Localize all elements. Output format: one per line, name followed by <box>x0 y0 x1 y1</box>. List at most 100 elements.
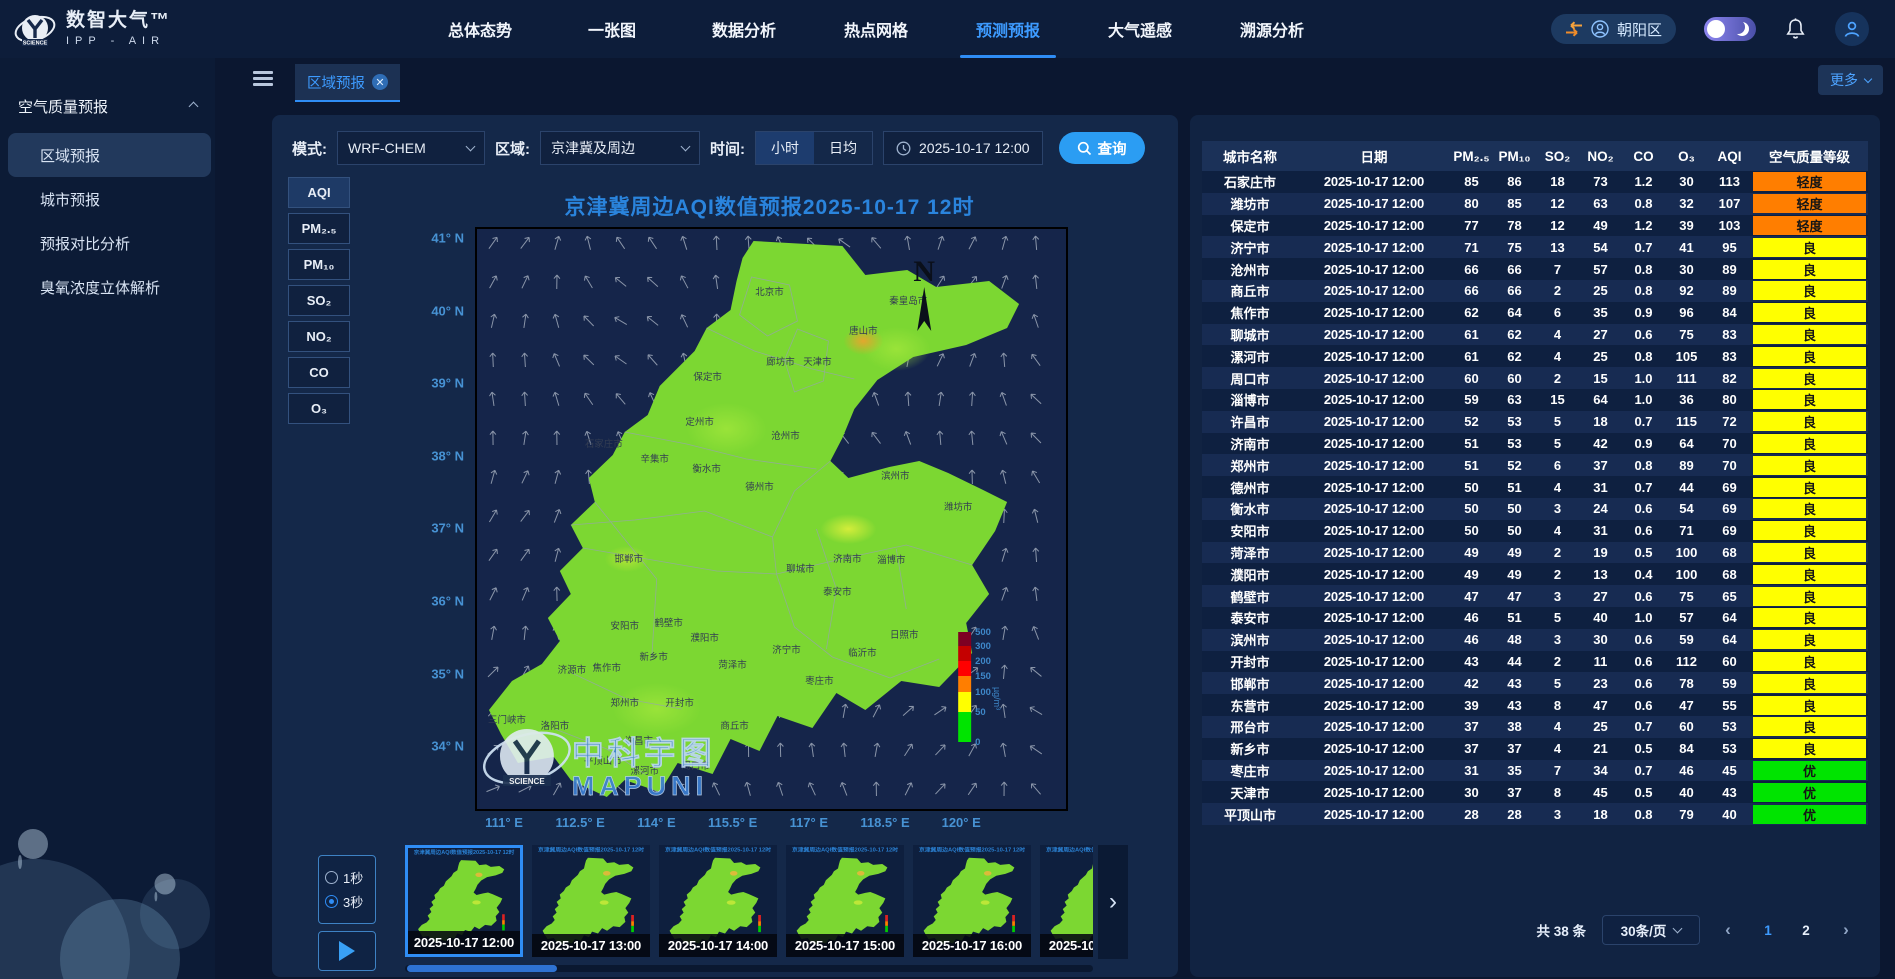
table-cell: 7 <box>1536 763 1579 778</box>
table-row[interactable]: 衡水市2025-10-17 12:0050503240.65469良 <box>1202 498 1868 520</box>
table-row[interactable]: 菏泽市2025-10-17 12:0049492190.510068良 <box>1202 542 1868 564</box>
grade-badge: 良 <box>1753 478 1866 497</box>
table-row[interactable]: 平顶山市2025-10-17 12:0028283180.87940优 <box>1202 803 1868 825</box>
table-cell: 51 <box>1493 610 1536 625</box>
table-row[interactable]: 聊城市2025-10-17 12:0061624270.67583良 <box>1202 324 1868 346</box>
pollutant-button-5[interactable]: CO <box>288 357 350 388</box>
speed-option-1[interactable]: 3秒 <box>325 892 369 911</box>
table-row[interactable]: 鹤壁市2025-10-17 12:0047473270.67565良 <box>1202 585 1868 607</box>
sidebar-item-1[interactable]: 城市预报 <box>0 177 215 221</box>
nav-item-3[interactable]: 热点网格 <box>810 0 942 58</box>
table-row[interactable]: 沧州市2025-10-17 12:0066667570.83089良 <box>1202 258 1868 280</box>
forecast-thumbnail-3[interactable]: 京津冀周边AQI数值预报2025-10-17 12时 2025-10-17 15… <box>786 845 904 957</box>
forecast-thumbnail-4[interactable]: 京津冀周边AQI数值预报2025-10-17 12时 2025-10-17 16… <box>913 845 1031 957</box>
table-row[interactable]: 郑州市2025-10-17 12:0051526370.88970良 <box>1202 454 1868 476</box>
filmstrip-next-button[interactable]: › <box>1098 845 1128 959</box>
nav-item-4[interactable]: 预测预报 <box>942 0 1074 58</box>
pollutant-button-6[interactable]: O₃ <box>288 393 350 424</box>
district-switch-badge[interactable]: 朝阳区 <box>1551 14 1676 44</box>
datetime-picker[interactable]: 2025-10-17 12:00 <box>883 131 1043 165</box>
table-cell: 49 <box>1493 567 1536 582</box>
forecast-thumbnail-5[interactable]: 京津冀周边AQI数值预报2025-10-17 12时 2025-10-17 17… <box>1040 845 1093 957</box>
table-cell: 107 <box>1708 196 1751 211</box>
page-size-select[interactable]: 30条/页 <box>1602 915 1700 945</box>
filmstrip-scrollbar[interactable] <box>405 965 1093 972</box>
prev-page-button[interactable]: ‹ <box>1716 920 1740 940</box>
table-row[interactable]: 新乡市2025-10-17 12:0037374210.58453良 <box>1202 738 1868 760</box>
next-page-button[interactable]: › <box>1834 920 1858 940</box>
table-row[interactable]: 济南市2025-10-17 12:0051535420.96470良 <box>1202 433 1868 455</box>
time-option-0[interactable]: 小时 <box>756 132 814 164</box>
table-row[interactable]: 邯郸市2025-10-17 12:0042435230.67859良 <box>1202 672 1868 694</box>
table-row[interactable]: 开封市2025-10-17 12:0043442110.611260良 <box>1202 651 1868 673</box>
table-row[interactable]: 泰安市2025-10-17 12:0046515401.05764良 <box>1202 607 1868 629</box>
nav-item-5[interactable]: 大气遥感 <box>1074 0 1206 58</box>
table-cell: 0.5 <box>1622 545 1665 560</box>
table-cell: 2025-10-17 12:00 <box>1298 349 1450 364</box>
sidebar-item-3[interactable]: 臭氧浓度立体解析 <box>0 265 215 309</box>
table-row[interactable]: 保定市2025-10-17 12:00777812491.239103轻度 <box>1202 215 1868 237</box>
nav-item-0[interactable]: 总体态势 <box>414 0 546 58</box>
table-cell: 4 <box>1536 741 1579 756</box>
table-cell: 0.9 <box>1622 305 1665 320</box>
forecast-thumbnail-2[interactable]: 京津冀周边AQI数值预报2025-10-17 12时 2025-10-17 14… <box>659 845 777 957</box>
pollutant-button-1[interactable]: PM₂.₅ <box>288 213 350 244</box>
table-cell: 53 <box>1708 719 1751 734</box>
pollutant-button-0[interactable]: AQI <box>288 177 350 208</box>
notification-bell-icon[interactable] <box>1784 17 1807 41</box>
table-row[interactable]: 石家庄市2025-10-17 12:00858618731.230113轻度 <box>1202 171 1868 193</box>
mode-select[interactable]: WRF-CHEM <box>337 131 485 165</box>
table-row[interactable]: 周口市2025-10-17 12:0060602151.011182良 <box>1202 367 1868 389</box>
table-cell: 30 <box>1665 174 1708 189</box>
tab-close-icon[interactable]: ✕ <box>372 74 388 90</box>
pollutant-button-2[interactable]: PM₁₀ <box>288 249 350 280</box>
hamburger-menu-icon[interactable] <box>253 71 273 87</box>
page-number-1[interactable]: 1 <box>1756 923 1780 938</box>
scrollbar-thumb[interactable] <box>407 965 557 972</box>
more-button[interactable]: 更多 <box>1818 65 1883 95</box>
user-avatar[interactable] <box>1835 12 1869 46</box>
table-cell: 86 <box>1493 174 1536 189</box>
nav-item-2[interactable]: 数据分析 <box>678 0 810 58</box>
pollutant-button-4[interactable]: NO₂ <box>288 321 350 352</box>
table-cell: 52 <box>1493 458 1536 473</box>
table-cell: 0.4 <box>1622 567 1665 582</box>
query-button[interactable]: 查询 <box>1059 132 1145 164</box>
table-row[interactable]: 许昌市2025-10-17 12:0052535180.711572良 <box>1202 411 1868 433</box>
theme-toggle[interactable] <box>1704 17 1756 41</box>
table-row[interactable]: 济宁市2025-10-17 12:00717513540.74195良 <box>1202 236 1868 258</box>
tab-region-forecast[interactable]: 区域预报 ✕ <box>295 64 400 102</box>
table-row[interactable]: 淄博市2025-10-17 12:00596315641.03680良 <box>1202 389 1868 411</box>
table-cell: 良 <box>1751 521 1868 540</box>
table-row[interactable]: 邢台市2025-10-17 12:0037384250.76053良 <box>1202 716 1868 738</box>
forecast-thumbnail-0[interactable]: 京津冀周边AQI数值预报2025-10-17 12时 2025-10-17 12… <box>405 845 523 957</box>
speed-option-0[interactable]: 1秒 <box>325 868 369 887</box>
table-row[interactable]: 安阳市2025-10-17 12:0050504310.67169良 <box>1202 520 1868 542</box>
lon-tick-4: 117° E <box>790 815 828 830</box>
table-cell: 53 <box>1708 741 1751 756</box>
table-cell: 0.6 <box>1622 654 1665 669</box>
pollutant-button-3[interactable]: SO₂ <box>288 285 350 316</box>
table-row[interactable]: 滨州市2025-10-17 12:0046483300.65964良 <box>1202 629 1868 651</box>
table-row[interactable]: 漯河市2025-10-17 12:0061624250.810583良 <box>1202 345 1868 367</box>
nav-item-1[interactable]: 一张图 <box>546 0 678 58</box>
region-select[interactable]: 京津冀及周边 <box>540 131 700 165</box>
play-button[interactable] <box>318 931 376 971</box>
sidebar-item-0[interactable]: 区域预报 <box>8 133 211 177</box>
sidebar-item-2[interactable]: 预报对比分析 <box>0 221 215 265</box>
svg-text:500: 500 <box>975 627 991 638</box>
table-row[interactable]: 枣庄市2025-10-17 12:0031357340.74645优 <box>1202 760 1868 782</box>
table-row[interactable]: 濮阳市2025-10-17 12:0049492130.410068良 <box>1202 563 1868 585</box>
table-row[interactable]: 德州市2025-10-17 12:0050514310.74469良 <box>1202 476 1868 498</box>
aqi-colorbar: 050100150200300500µg/m³ <box>958 627 1002 748</box>
table-row[interactable]: 焦作市2025-10-17 12:0062646350.99684良 <box>1202 302 1868 324</box>
table-row[interactable]: 潍坊市2025-10-17 12:00808512630.832107轻度 <box>1202 193 1868 215</box>
table-row[interactable]: 商丘市2025-10-17 12:0066662250.89289良 <box>1202 280 1868 302</box>
page-number-2[interactable]: 2 <box>1794 923 1818 938</box>
table-row[interactable]: 东营市2025-10-17 12:0039438470.64755良 <box>1202 694 1868 716</box>
forecast-thumbnail-1[interactable]: 京津冀周边AQI数值预报2025-10-17 12时 2025-10-17 13… <box>532 845 650 957</box>
table-row[interactable]: 天津市2025-10-17 12:0030378450.54043优 <box>1202 781 1868 803</box>
nav-item-6[interactable]: 溯源分析 <box>1206 0 1338 58</box>
sidebar-group-air-quality-forecast[interactable]: 空气质量预报 <box>0 96 215 117</box>
time-option-1[interactable]: 日均 <box>814 132 872 164</box>
